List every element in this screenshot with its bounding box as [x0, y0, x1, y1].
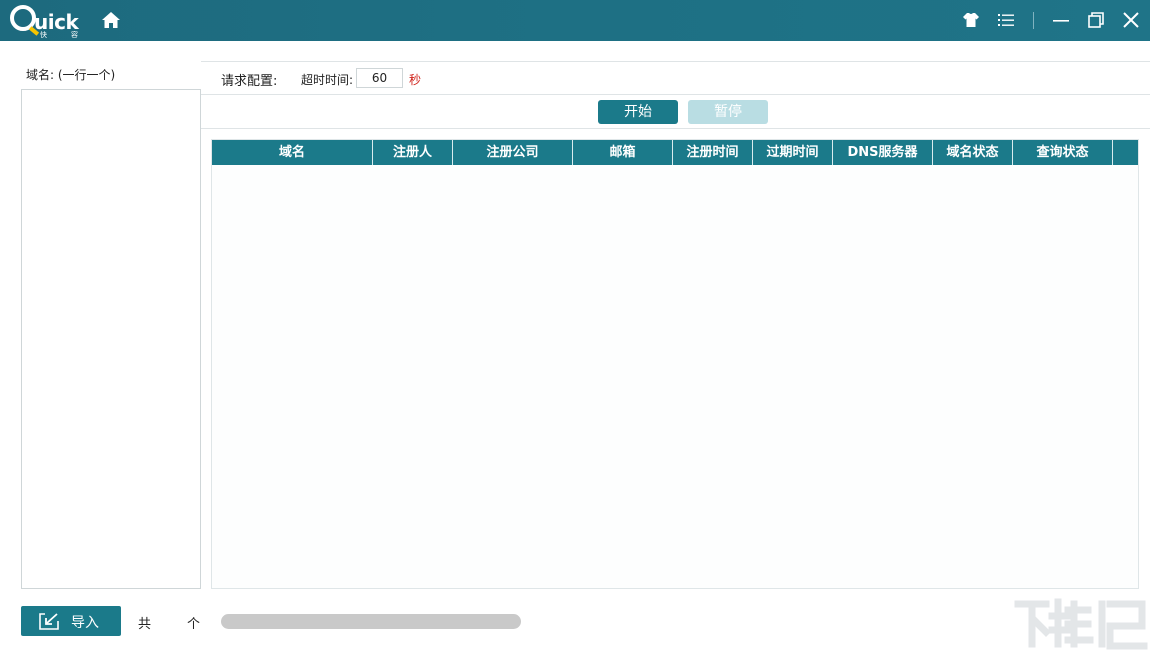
home-icon[interactable]: [101, 10, 121, 30]
column-header-registrant[interactable]: 注册人: [373, 140, 453, 165]
column-header-dns-servers[interactable]: DNS服务器: [833, 140, 933, 165]
count-unit-label: 个: [187, 617, 201, 632]
column-header-expiration-date[interactable]: 过期时间: [753, 140, 833, 165]
request-config-title: 请求配置:: [221, 74, 278, 89]
titlebar-separator: [1033, 12, 1034, 29]
domain-input-label: 域名: (一行一个): [26, 68, 116, 82]
column-header-query-status[interactable]: 查询状态: [1013, 140, 1113, 165]
timeout-label: 超时时间:: [301, 73, 354, 87]
config-divider-top: [201, 61, 1150, 62]
timeout-unit: 秒: [409, 73, 422, 87]
buttons-divider: [201, 128, 1150, 129]
results-table: 域名 注册人 注册公司 邮箱 注册时间 过期时间 DNS服务器 域名状态 查询状…: [211, 139, 1139, 589]
app-logo: uick 快 容: [10, 5, 82, 39]
column-header-email[interactable]: 邮箱: [573, 140, 673, 165]
column-header-registration-date[interactable]: 注册时间: [673, 140, 753, 165]
import-button-label: 导入: [71, 615, 99, 631]
restore-icon[interactable]: [1086, 10, 1106, 30]
table-header: 域名 注册人 注册公司 邮箱 注册时间 过期时间 DNS服务器 域名状态 查询状…: [212, 140, 1138, 165]
title-bar: uick 快 容: [0, 0, 1150, 41]
close-icon[interactable]: [1121, 10, 1141, 30]
menu-icon[interactable]: [996, 10, 1016, 30]
config-divider-bottom: [201, 94, 1150, 95]
column-header-domain-status[interactable]: 域名状态: [933, 140, 1013, 165]
progress-bar: [221, 614, 521, 629]
watermark-logo: [1012, 596, 1148, 652]
column-header-registrar-company[interactable]: 注册公司: [453, 140, 573, 165]
skin-icon[interactable]: [961, 10, 981, 30]
total-label: 共: [138, 617, 152, 632]
logo-sub-left: 快: [40, 31, 47, 39]
column-header-domain[interactable]: 域名: [212, 140, 373, 165]
timeout-input[interactable]: 60: [356, 68, 403, 88]
minimize-icon[interactable]: [1051, 10, 1071, 30]
domain-textarea[interactable]: [21, 89, 201, 589]
import-icon: [38, 612, 60, 630]
logo-sub-right: 容: [71, 31, 78, 39]
logo-q-mark: [10, 5, 36, 31]
import-button[interactable]: 导入: [21, 606, 121, 636]
column-header-filler: [1113, 140, 1138, 165]
pause-button[interactable]: 暂停: [688, 100, 768, 124]
start-button[interactable]: 开始: [598, 100, 678, 124]
